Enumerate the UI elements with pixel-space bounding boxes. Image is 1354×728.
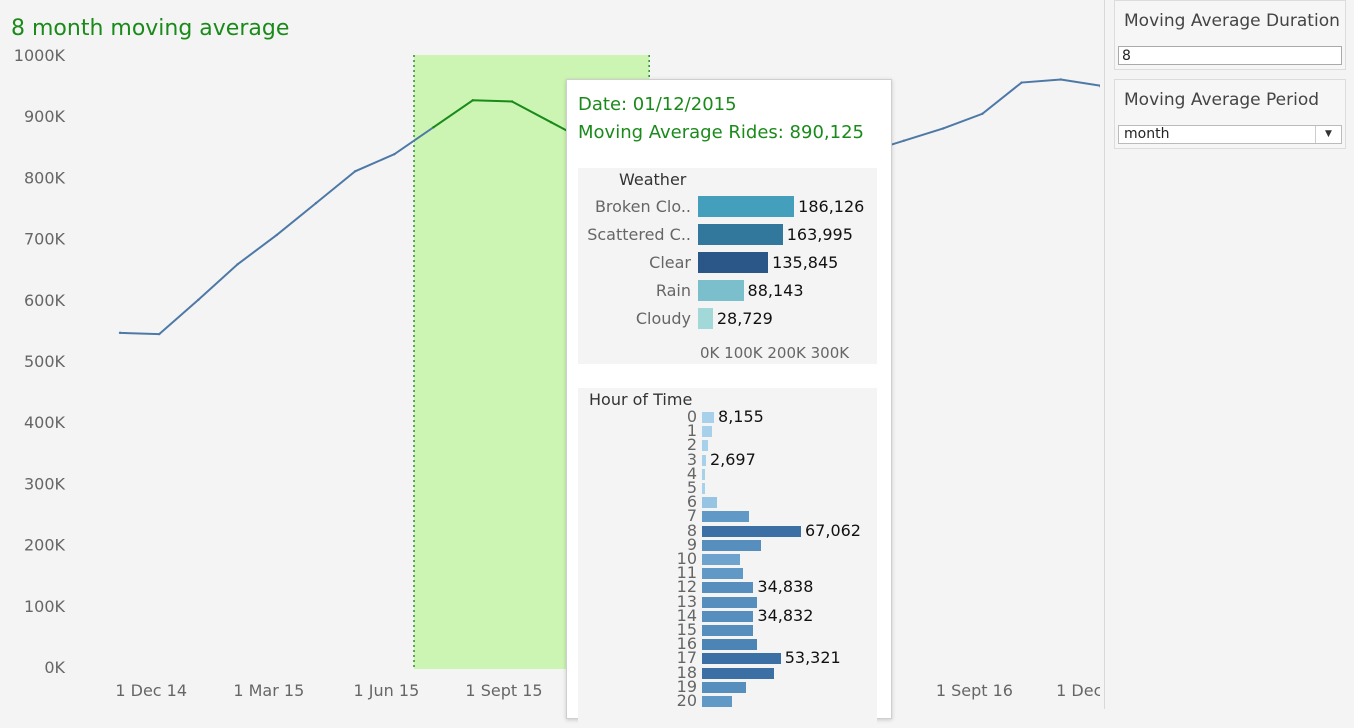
weather-label: Clear <box>649 253 691 272</box>
y-tick-label: 200K <box>24 536 66 555</box>
y-tick-label: 800K <box>24 168 66 187</box>
data-point <box>236 263 239 266</box>
weather-bar <box>698 196 795 217</box>
data-point <box>158 332 161 336</box>
moving-average-chart[interactable]: 0K 100K 200K 300K 400K 500K 600K 700K 800K 900K 10… <box>0 0 1100 709</box>
weather-bar <box>698 280 744 301</box>
hour-bar <box>702 426 713 438</box>
hour-value: 34,832 <box>757 605 814 625</box>
duration-parameter-card: Moving Average Duration <box>1114 0 1346 70</box>
hour-bar <box>702 454 706 466</box>
series-line-before <box>119 126 435 336</box>
y-tick-label: 300K <box>24 474 66 493</box>
y-tick-label: 100K <box>24 597 66 616</box>
duration-input[interactable] <box>1118 46 1342 65</box>
hour-bar <box>702 483 706 494</box>
hour-value: 8,155 <box>718 407 764 426</box>
data-point <box>510 100 514 103</box>
data-point <box>902 139 906 142</box>
x-tick-label: 1 Sept 16 <box>936 681 1013 700</box>
period-title: Moving Average Period <box>1124 90 1320 110</box>
hour-label: 20 <box>676 691 697 710</box>
weather-value: 88,143 <box>747 281 804 300</box>
hour-bar <box>702 468 705 480</box>
hour-bar <box>702 582 754 594</box>
hour-bar <box>702 696 732 707</box>
hour-bar <box>702 412 715 423</box>
data-point <box>275 233 278 237</box>
data-point <box>432 126 435 129</box>
weather-bar <box>698 308 713 329</box>
period-select[interactable]: month ▼ <box>1118 125 1342 144</box>
hour-bar <box>702 596 757 608</box>
hour-value: 67,062 <box>805 520 861 540</box>
y-tick-label: 600K <box>24 291 66 310</box>
weather-label: Rain <box>655 281 691 300</box>
y-tick-label: 400K <box>24 413 66 432</box>
weather-chart: Weather Broken Clo.. 186,126 Scattered C..… <box>578 168 877 364</box>
data-point <box>1059 78 1063 81</box>
weather-bar <box>698 252 769 273</box>
hour-bar <box>702 525 801 537</box>
data-point <box>981 112 984 115</box>
weather-value: 186,126 <box>798 197 865 216</box>
hour-bar <box>702 539 762 551</box>
weather-label: Cloudy <box>635 309 691 328</box>
data-point <box>550 121 553 124</box>
data-point <box>1020 81 1023 84</box>
side-panel-divider <box>1104 0 1105 709</box>
data-point <box>942 127 945 130</box>
y-tick-label: 500K <box>24 352 66 371</box>
y-tick-label: 700K <box>24 230 66 249</box>
data-point <box>197 298 200 301</box>
hour-value: 53,321 <box>784 648 841 668</box>
hour-bar <box>702 681 747 693</box>
data-point <box>471 99 474 102</box>
hour-bar <box>702 667 775 679</box>
period-parameter-card: Moving Average Period month ▼ <box>1114 79 1346 149</box>
data-point <box>393 152 396 156</box>
hour-title: Hour of Time <box>589 390 693 409</box>
weather-axis: 0K 100K 200K 300K <box>700 344 850 362</box>
tooltip-rides: Moving Average Rides: 890,125 <box>578 122 864 143</box>
hour-bar <box>702 440 709 452</box>
weather-value: 28,729 <box>716 309 773 328</box>
x-tick-label: 1 Dec 16 <box>1056 681 1100 700</box>
data-point <box>314 201 318 205</box>
weather-bar <box>698 224 783 245</box>
tooltip: Date: 01/12/2015 Moving Average Rides: 8… <box>566 79 892 728</box>
hour-bar <box>702 653 781 665</box>
hour-chart: Hour of Time 0 8,155 1 2 3 2,697 4 5 6 7 8 67,062 9 1… <box>578 388 877 728</box>
chevron-down-icon[interactable]: ▼ <box>1315 126 1341 143</box>
tooltip-date: Date: 01/12/2015 <box>578 94 737 115</box>
hour-bar <box>702 610 754 622</box>
data-point <box>354 170 357 173</box>
x-tick-label: 1 Sept 15 <box>465 681 542 700</box>
y-tick-label: 0K <box>44 658 65 677</box>
data-point <box>118 331 122 335</box>
hour-value: 2,697 <box>709 449 756 469</box>
x-tick-label: 1 Jun 15 <box>354 681 420 700</box>
weather-value: 163,995 <box>786 225 853 244</box>
weather-value: 135,845 <box>772 253 839 272</box>
y-tick-label: 1000K <box>14 46 66 65</box>
duration-title: Moving Average Duration <box>1124 11 1340 31</box>
hour-bar <box>702 511 749 523</box>
y-tick-label: 900K <box>24 107 66 126</box>
hour-bar <box>702 497 717 509</box>
hour-bar <box>702 554 741 565</box>
x-tick-label: 1 Mar 15 <box>233 681 304 700</box>
weather-label: Broken Clo.. <box>594 197 691 216</box>
hour-bar <box>702 568 743 580</box>
hour-bar <box>702 625 753 636</box>
weather-title: Weather <box>619 170 687 189</box>
x-tick-label: 1 Dec 14 <box>115 681 187 700</box>
y-axis: 0K 100K 200K 300K 400K 500K 600K 700K 800K 900K 10… <box>14 46 66 677</box>
weather-label: Scattered C.. <box>587 225 691 244</box>
period-select-value: month <box>1124 126 1170 142</box>
hour-value: 34,838 <box>757 577 814 597</box>
hour-bar <box>702 639 757 651</box>
